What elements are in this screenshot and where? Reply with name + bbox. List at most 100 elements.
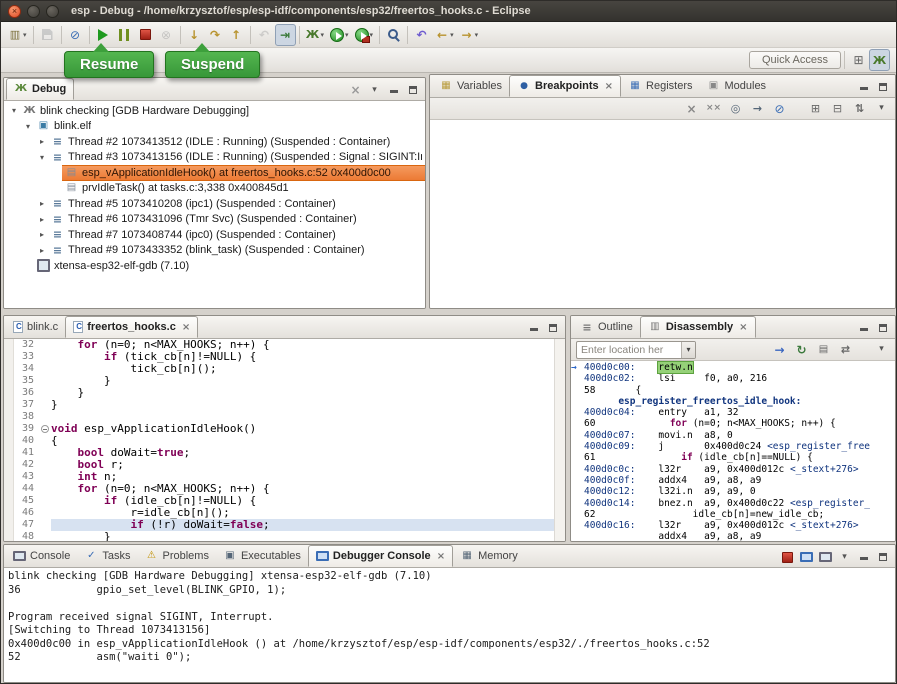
tab-disassembly[interactable]: ▥Disassembly× xyxy=(640,316,756,338)
close-tab-icon[interactable]: × xyxy=(437,551,445,562)
disassembly-instruction-line[interactable]: 400d0c0c: l32r a9, 0x400d012c <_stext+27… xyxy=(571,464,895,475)
tab-outline[interactable]: ≡Outline xyxy=(573,316,640,338)
maximize-button[interactable] xyxy=(404,82,421,98)
display-console-button[interactable] xyxy=(798,549,815,565)
show-breakpoints-for-selection-button[interactable]: ◎ xyxy=(727,101,744,117)
code-line[interactable]: bool doWait=true; xyxy=(51,447,554,459)
window-maximize-button[interactable] xyxy=(46,5,59,18)
debug-tree-item[interactable]: ▸≡Thread #5 1073410208 (ipc1) (Suspended… xyxy=(4,196,425,212)
run-button[interactable]: ▾ xyxy=(327,24,352,46)
tab-memory[interactable]: ▦Memory xyxy=(453,545,525,567)
external-tools-button[interactable]: ▾ xyxy=(352,24,377,46)
tree-expander-collapsed[interactable]: ▸ xyxy=(36,137,48,146)
tree-expander-expanded[interactable]: ▾ xyxy=(36,153,48,162)
code-line[interactable]: } xyxy=(51,387,554,399)
dropdown-arrow-icon[interactable]: ▾ xyxy=(450,31,454,39)
maximize-button[interactable] xyxy=(874,79,891,95)
fold-minus-icon[interactable] xyxy=(41,425,49,433)
instruction-stepping-button[interactable]: ⇥ xyxy=(275,24,296,46)
disassembly-instruction-line[interactable]: 400d0c12: l32i.n a9, a9, 0 xyxy=(571,486,895,497)
disassembly-text[interactable]: →400d0c00: retw.n 400d0c02: lsi f0, a0, … xyxy=(571,361,895,541)
editor-tab-freertos-hooks-c[interactable]: freertos_hooks.c× xyxy=(65,316,198,338)
new-wizard-button[interactable]: ▥▾ xyxy=(5,24,30,46)
window-minimize-button[interactable] xyxy=(27,5,40,18)
disassembly-instruction-line[interactable]: 400d0c16: l32r a9, 0x400d012c <_stext+27… xyxy=(571,520,895,531)
debug-button[interactable]: Ж▾ xyxy=(303,24,328,46)
view-menu-button[interactable]: ▾ xyxy=(366,82,383,98)
disassembly-instruction-line[interactable]: 400d0c09: j 0x400d0c24 <esp_register_fre… xyxy=(571,441,895,452)
go-to-file-button[interactable]: → xyxy=(749,101,766,117)
debug-tree-item[interactable]: ▾▣blink.elf xyxy=(4,119,425,135)
debug-tree-item[interactable]: ▸≡Thread #2 1073413512 (IDLE : Running) … xyxy=(4,134,425,150)
tab-console[interactable]: Console xyxy=(6,545,77,567)
minimize-button[interactable] xyxy=(855,320,872,336)
maximize-button[interactable] xyxy=(874,549,891,565)
disassembly-instruction-line[interactable]: 400d0c02: lsi f0, a0, 216 xyxy=(571,373,895,384)
close-tab-icon[interactable]: × xyxy=(739,322,747,333)
view-menu-button[interactable]: ▾ xyxy=(873,342,890,358)
disassembly-source-line[interactable]: 58 { xyxy=(571,385,895,396)
view-menu-button[interactable]: ▾ xyxy=(836,549,853,565)
tab-problems[interactable]: ⚠Problems xyxy=(137,545,215,567)
debug-tree-item[interactable]: ▾≡Thread #3 1073413156 (IDLE : Running) … xyxy=(4,150,425,166)
disassembly-instruction-line[interactable]: →400d0c00: retw.n xyxy=(571,362,895,373)
debug-tree-item[interactable]: ▾Жblink checking [GDB Hardware Debugging… xyxy=(4,103,425,119)
minimize-button[interactable] xyxy=(385,82,402,98)
editor-text[interactable]: for (n=0; n<MAX_HOOKS; n++) { if (tick_c… xyxy=(51,339,554,541)
close-tab-icon[interactable]: × xyxy=(182,322,190,333)
tab-registers[interactable]: ▦Registers xyxy=(621,75,699,97)
dropdown-arrow-icon[interactable]: ▾ xyxy=(321,31,325,39)
location-combo[interactable]: Enter location her ▾ xyxy=(576,341,696,359)
code-line[interactable]: bool r; xyxy=(51,459,554,471)
debug-tree-item[interactable]: ▸≡Thread #9 1073433352 (blink_task) (Sus… xyxy=(4,243,425,259)
sync-with-stack-button[interactable]: ⇄ xyxy=(837,342,854,358)
disconnect-button[interactable]: ⊗ xyxy=(156,24,177,46)
open-perspective-button[interactable]: ⊞ xyxy=(848,49,869,71)
maximize-button[interactable] xyxy=(544,320,561,336)
title-bar[interactable]: × esp - Debug - /home/krzysztof/esp/esp-… xyxy=(1,1,896,22)
tree-expander-expanded[interactable]: ▾ xyxy=(8,106,20,115)
maximize-button[interactable] xyxy=(874,320,891,336)
link-with-debug-button[interactable]: ⇅ xyxy=(851,101,868,117)
disassembly-source-line[interactable]: 62 idle_cb[n]=new_idle_cb; xyxy=(571,509,895,520)
drop-to-frame-button[interactable]: ↶ xyxy=(254,24,275,46)
code-line[interactable]: if (!r) doWait=false; xyxy=(51,519,554,531)
tree-expander-collapsed[interactable]: ▸ xyxy=(36,215,48,224)
last-edit-location-button[interactable]: ↶ xyxy=(411,24,432,46)
console-output[interactable]: blink checking [GDB Hardware Debugging] … xyxy=(4,568,895,682)
debug-tree-item[interactable]: ▤prvIdleTask() at tasks.c:3,338 0x400845… xyxy=(4,181,425,197)
tree-expander-collapsed[interactable]: ▸ xyxy=(36,199,48,208)
tab-breakpoints[interactable]: ●Breakpoints× xyxy=(509,75,621,97)
tab-debug[interactable]: ЖDebug xyxy=(6,78,74,100)
tree-expander-collapsed[interactable]: ▸ xyxy=(36,246,48,255)
disassembly-source-line[interactable]: 61 if (idle_cb[n]==NULL) { xyxy=(571,452,895,463)
tab-variables[interactable]: ▦Variables xyxy=(432,75,509,97)
minimize-button[interactable] xyxy=(855,79,872,95)
code-line[interactable]: } xyxy=(51,399,554,411)
debug-perspective-button[interactable]: Ж xyxy=(869,49,890,71)
editor-tab-blink-c[interactable]: blink.c xyxy=(6,316,65,338)
tab-executables[interactable]: ▣Executables xyxy=(216,545,308,567)
disassembly-instruction-line[interactable]: 400d0c04: entry a1, 32 xyxy=(571,407,895,418)
source-mode-button[interactable]: ▤ xyxy=(815,342,832,358)
search-button[interactable] xyxy=(383,24,404,46)
disassembly-instruction-line[interactable]: 400d0c07: movi.n a8, 0 xyxy=(571,430,895,441)
open-console-button[interactable] xyxy=(817,549,834,565)
debug-tree-item[interactable]: ▤esp_vApplicationIdleHook() at freertos_… xyxy=(4,165,425,181)
disassembly-instruction-line[interactable]: 400d0c0f: addx4 a9, a8, a9 xyxy=(571,475,895,486)
disassembly-instruction-line[interactable]: 400d0c14: bnez.n a9, 0x400d0c22 <esp_reg… xyxy=(571,498,895,509)
disassembly-label-line[interactable]: esp_register_freertos_idle_hook: xyxy=(571,396,895,407)
tab-debugger-console[interactable]: Debugger Console× xyxy=(308,545,453,567)
suspend-button[interactable] xyxy=(114,24,135,46)
save-button[interactable] xyxy=(37,24,58,46)
back-button[interactable]: ←▾ xyxy=(432,24,457,46)
view-menu-button[interactable]: ▾ xyxy=(873,101,890,117)
remove-breakpoint-button[interactable]: × xyxy=(683,101,700,117)
terminate-button[interactable] xyxy=(779,549,796,565)
code-line[interactable]: tick_cb[n](); xyxy=(51,363,554,375)
remove-all-breakpoints-button[interactable]: ×× xyxy=(705,101,722,117)
quick-access-button[interactable]: Quick Access xyxy=(749,51,841,69)
remove-terminated-button[interactable]: × xyxy=(347,82,364,98)
refresh-button[interactable]: ↻ xyxy=(793,342,810,358)
tab-tasks[interactable]: ✓Tasks xyxy=(77,545,137,567)
